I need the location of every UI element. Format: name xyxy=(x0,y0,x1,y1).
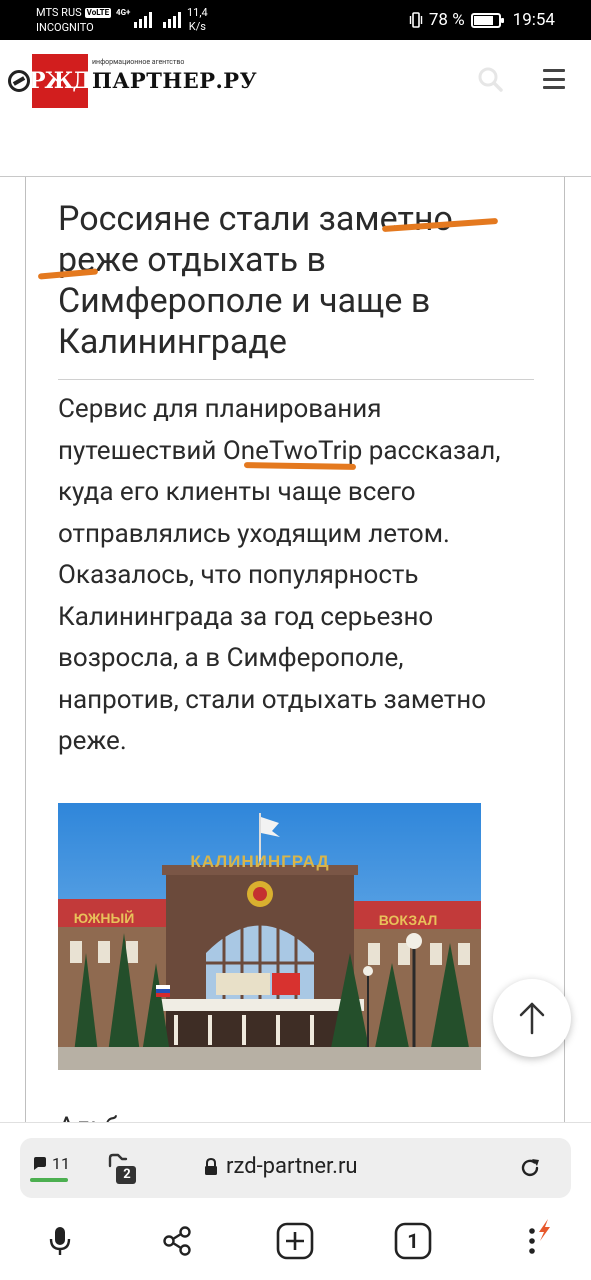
clock: 19:54 xyxy=(512,10,555,30)
logo-tagline: информационное агентство xyxy=(92,58,185,66)
comments-button[interactable]: 11 xyxy=(32,1154,70,1173)
open-tabs-count: 1 xyxy=(407,1229,419,1253)
new-tab-button[interactable] xyxy=(275,1221,315,1261)
menu-icon[interactable] xyxy=(543,69,565,89)
tabs-button[interactable]: 2 xyxy=(106,1152,140,1186)
voice-search-button[interactable] xyxy=(40,1221,80,1261)
comment-icon xyxy=(34,1156,46,1170)
article-photo[interactable]: КАЛИНИНГРАД ЮЖНЫЙ ВОКЗАЛ xyxy=(58,803,481,1070)
status-right: 78 % 19:54 xyxy=(409,0,555,40)
reload-icon[interactable] xyxy=(518,1156,542,1180)
battery-icon xyxy=(470,12,504,28)
url-display[interactable]: rzd-partner.ru xyxy=(204,1154,358,1179)
bottom-navigation: 1 xyxy=(0,1215,591,1271)
share-button[interactable] xyxy=(157,1221,197,1261)
share-icon xyxy=(163,1226,191,1256)
logo-emblem-icon xyxy=(8,70,30,92)
carrier-info: MTS RUS VoLTE INCOGNITO xyxy=(36,5,112,35)
site-header: РЖД информационное агентство ПАРТНЕР.РУ xyxy=(0,40,591,177)
right-wing-sign: ВОКЗАЛ xyxy=(379,912,438,928)
scroll-to-top-button[interactable] xyxy=(493,979,571,1057)
left-border xyxy=(25,177,26,1122)
comments-count: 11 xyxy=(52,1154,70,1173)
logo-name: ПАРТНЕР.РУ xyxy=(92,68,258,93)
title-divider xyxy=(58,379,534,380)
more-menu-icon xyxy=(529,1219,550,1254)
left-wing-sign: ЮЖНЫЙ xyxy=(74,909,135,926)
vibrate-icon xyxy=(409,12,423,28)
signal-icon-2 xyxy=(163,8,181,28)
tabs-count: 2 xyxy=(123,1167,131,1182)
signal-icon: 4G+ xyxy=(116,8,153,28)
address-bar[interactable]: 11 2 rzd-partner.ru xyxy=(20,1138,571,1198)
article-area: Россияне стали заметно реже отдыхать в С… xyxy=(0,177,591,1122)
new-tab-icon xyxy=(276,1222,314,1260)
browser-toolbar: 11 2 rzd-partner.ru 1 xyxy=(0,1122,591,1280)
more-menu-button[interactable] xyxy=(512,1219,552,1261)
site-logo[interactable]: РЖД информационное агентство ПАРТНЕР.РУ xyxy=(8,54,257,108)
battery-percent: 78 % xyxy=(428,10,465,30)
station-sign: КАЛИНИНГРАД xyxy=(190,852,329,871)
search-icon[interactable] xyxy=(477,66,503,92)
lock-icon xyxy=(205,1157,217,1175)
microphone-icon xyxy=(49,1227,71,1255)
logo-brand: РЖД xyxy=(29,54,92,108)
next-paragraph: Альб xyxy=(58,1107,198,1122)
incognito-label: INCOGNITO xyxy=(36,21,94,34)
net-speed: 11,4 K/s xyxy=(187,6,208,33)
tab-switcher-button[interactable]: 1 xyxy=(393,1221,433,1261)
article-lead: Сервис для планирования путешествий OneT… xyxy=(58,394,501,756)
network-type: 4G+ xyxy=(116,8,131,17)
kaliningrad-station-image: КАЛИНИНГРАД ЮЖНЫЙ ВОКЗАЛ xyxy=(58,803,481,1070)
arrow-up-icon xyxy=(519,1002,545,1035)
comments-indicator xyxy=(30,1178,68,1182)
url-text: rzd-partner.ru xyxy=(226,1154,358,1179)
volte-badge: VoLTE xyxy=(84,8,112,18)
status-bar: MTS RUS VoLTE INCOGNITO 4G+ 11,4 K/s 78 %… xyxy=(0,0,591,40)
carrier-name: MTS RUS xyxy=(36,6,82,19)
right-border xyxy=(564,177,565,1122)
